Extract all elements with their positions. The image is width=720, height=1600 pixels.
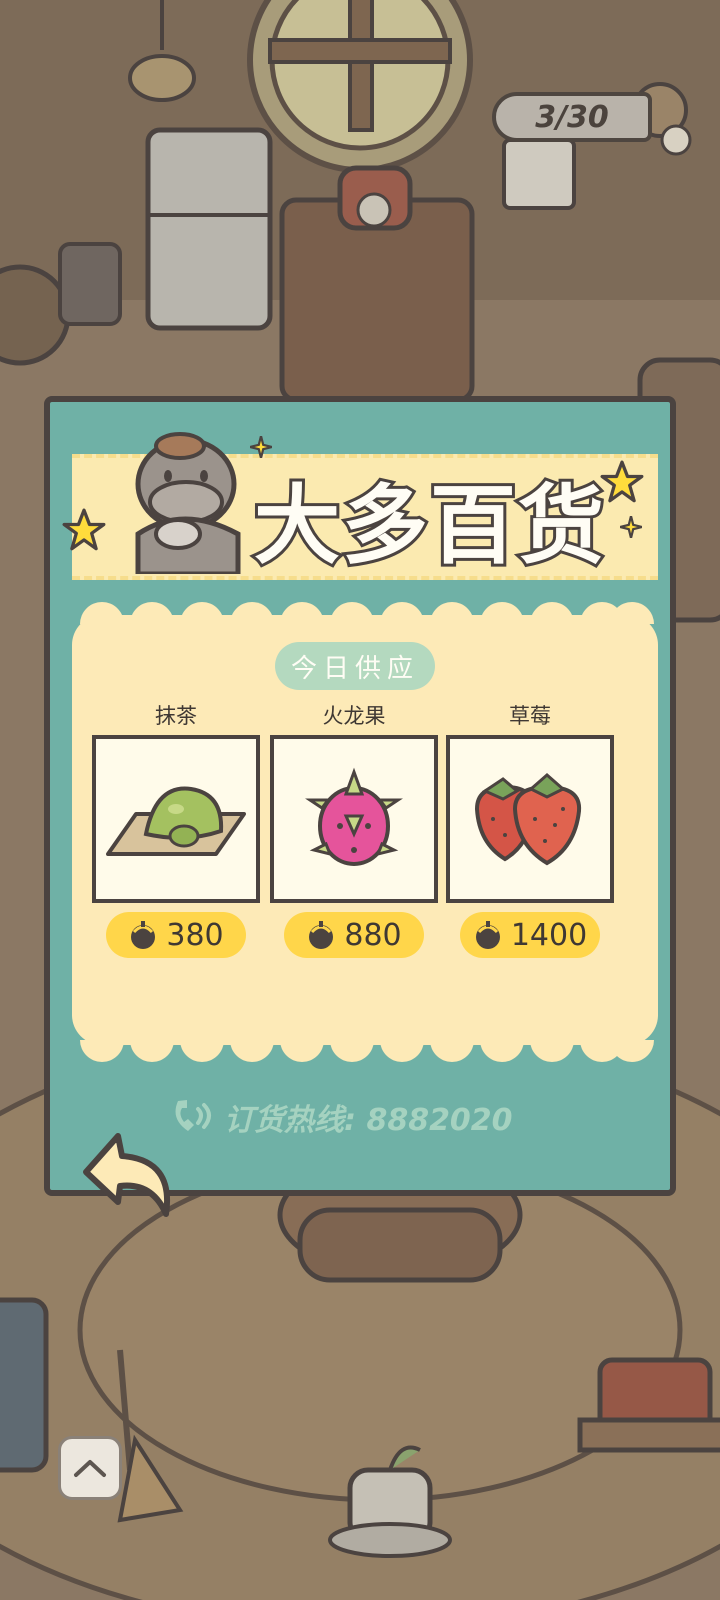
price-value: 1400 [510, 917, 588, 953]
scallop-edge [80, 602, 654, 624]
scallop-edge [80, 1040, 654, 1062]
chevron-up-icon [74, 1460, 106, 1477]
acorn-icon [309, 921, 334, 949]
visitor-counter: 3/30 [492, 92, 652, 142]
hotline-text: 订货热线: 8882020 [224, 1103, 513, 1138]
sparkle-icon [620, 516, 642, 538]
item-name-strawberry: 草莓 [509, 704, 551, 728]
price-value: 880 [344, 917, 402, 953]
phone-icon [175, 1100, 211, 1131]
star-icon [62, 508, 106, 551]
shop-title: 大多百货 [251, 473, 607, 579]
item-card-dragon-fruit[interactable] [270, 735, 438, 903]
acorn-icon [131, 921, 156, 949]
today-supply-label: 今日供应 [290, 653, 419, 684]
dragon-fruit-icon [305, 767, 403, 866]
price-tag-matcha: 380 [106, 912, 246, 958]
price-tag-strawberry: 1400 [460, 912, 600, 958]
today-supply-tag: 今日供应 [275, 642, 435, 690]
item-card-strawberry[interactable] [446, 735, 614, 903]
item-card-matcha[interactable] [92, 735, 260, 903]
back-arrow-icon[interactable] [82, 1130, 178, 1222]
visitor-counter-text: 3/30 [535, 99, 609, 135]
expand-up-button[interactable] [58, 1436, 122, 1500]
item-name-dragon-fruit: 火龙果 [322, 704, 386, 728]
strawberry-icon [474, 773, 582, 866]
price-tag-dragon-fruit: 880 [284, 912, 424, 958]
acorn-icon [475, 921, 500, 949]
matcha-icon [106, 786, 246, 856]
price-value: 380 [166, 917, 224, 953]
order-hotline: 订货热线: 8882020 [172, 1092, 572, 1142]
hippo-mascot-icon [135, 432, 241, 574]
item-name-matcha: 抹茶 [155, 704, 197, 728]
